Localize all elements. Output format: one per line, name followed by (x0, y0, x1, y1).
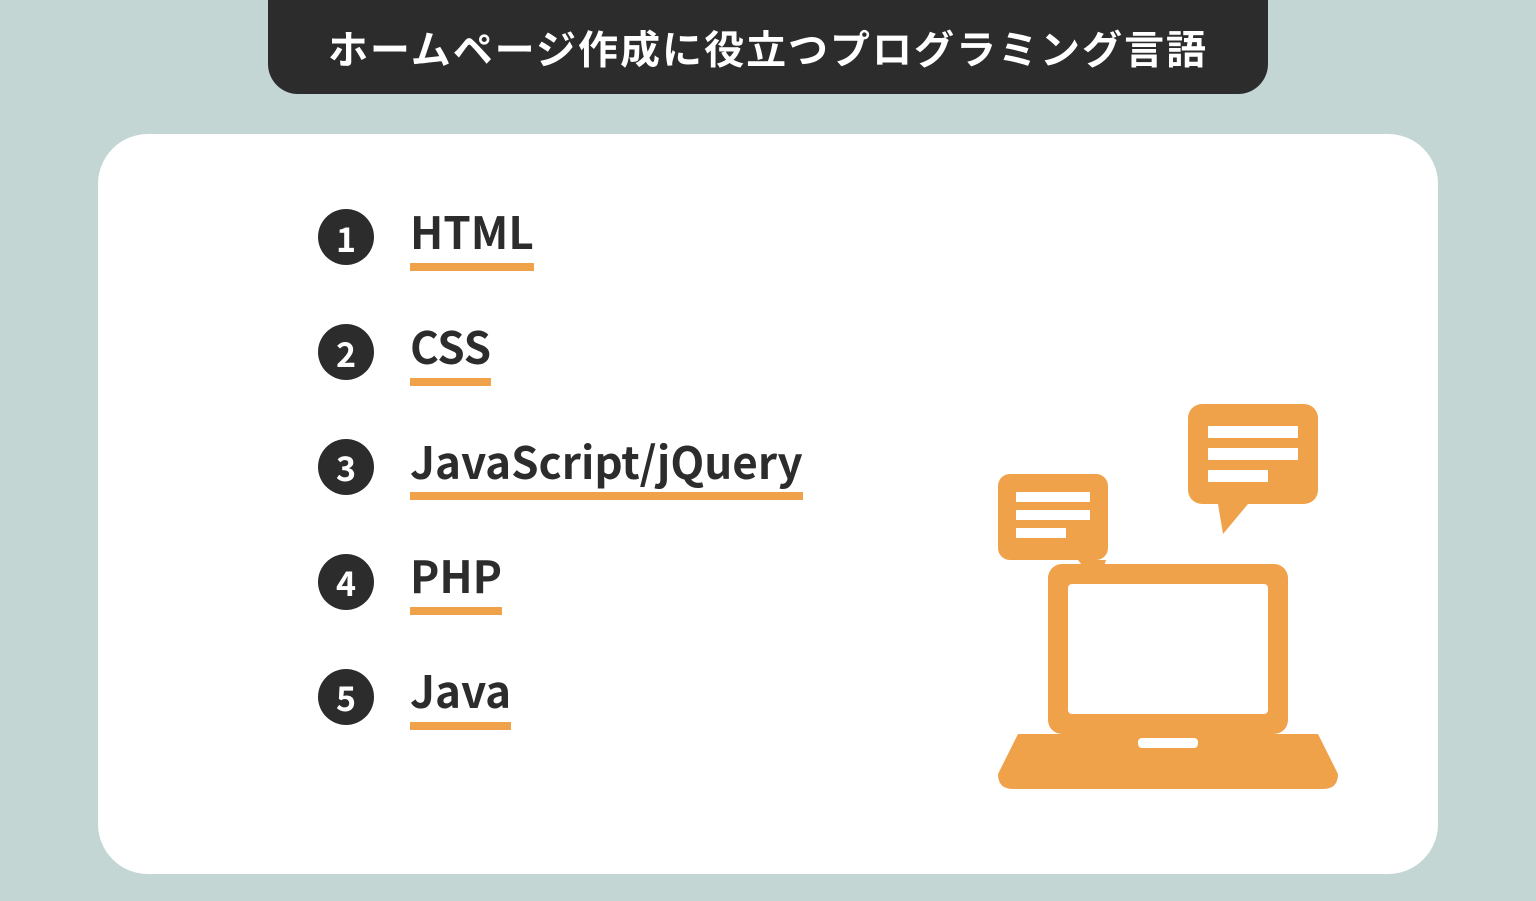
accent-underline (410, 607, 502, 615)
language-label: CSS (410, 319, 491, 372)
language-label: HTML (410, 204, 534, 257)
list-item: 2 CSS (318, 319, 1358, 386)
number-badge: 5 (318, 669, 374, 725)
number-badge: 1 (318, 209, 374, 265)
accent-underline (410, 263, 534, 271)
page-title: ホームページ作成に役立つプログラミング言語 (328, 18, 1208, 76)
content-card: 1 HTML 2 CSS 3 JavaScript/jQuery 4 PHP (98, 134, 1438, 874)
label-wrap: CSS (410, 319, 491, 386)
number-badge: 2 (318, 324, 374, 380)
accent-underline (410, 378, 491, 386)
page-title-banner: ホームページ作成に役立つプログラミング言語 (268, 0, 1268, 94)
laptop-chat-illustration (938, 394, 1338, 794)
language-label: PHP (410, 548, 502, 601)
language-label: JavaScript/jQuery (410, 434, 803, 487)
accent-underline (410, 722, 511, 730)
label-wrap: Java (410, 663, 511, 730)
laptop-chat-icon (938, 394, 1338, 794)
list-item: 1 HTML (318, 204, 1358, 271)
label-wrap: HTML (410, 204, 534, 271)
accent-underline (410, 492, 803, 500)
number-badge: 4 (318, 554, 374, 610)
label-wrap: PHP (410, 548, 502, 615)
number-badge: 3 (318, 439, 374, 495)
label-wrap: JavaScript/jQuery (410, 434, 803, 501)
language-label: Java (410, 663, 511, 716)
